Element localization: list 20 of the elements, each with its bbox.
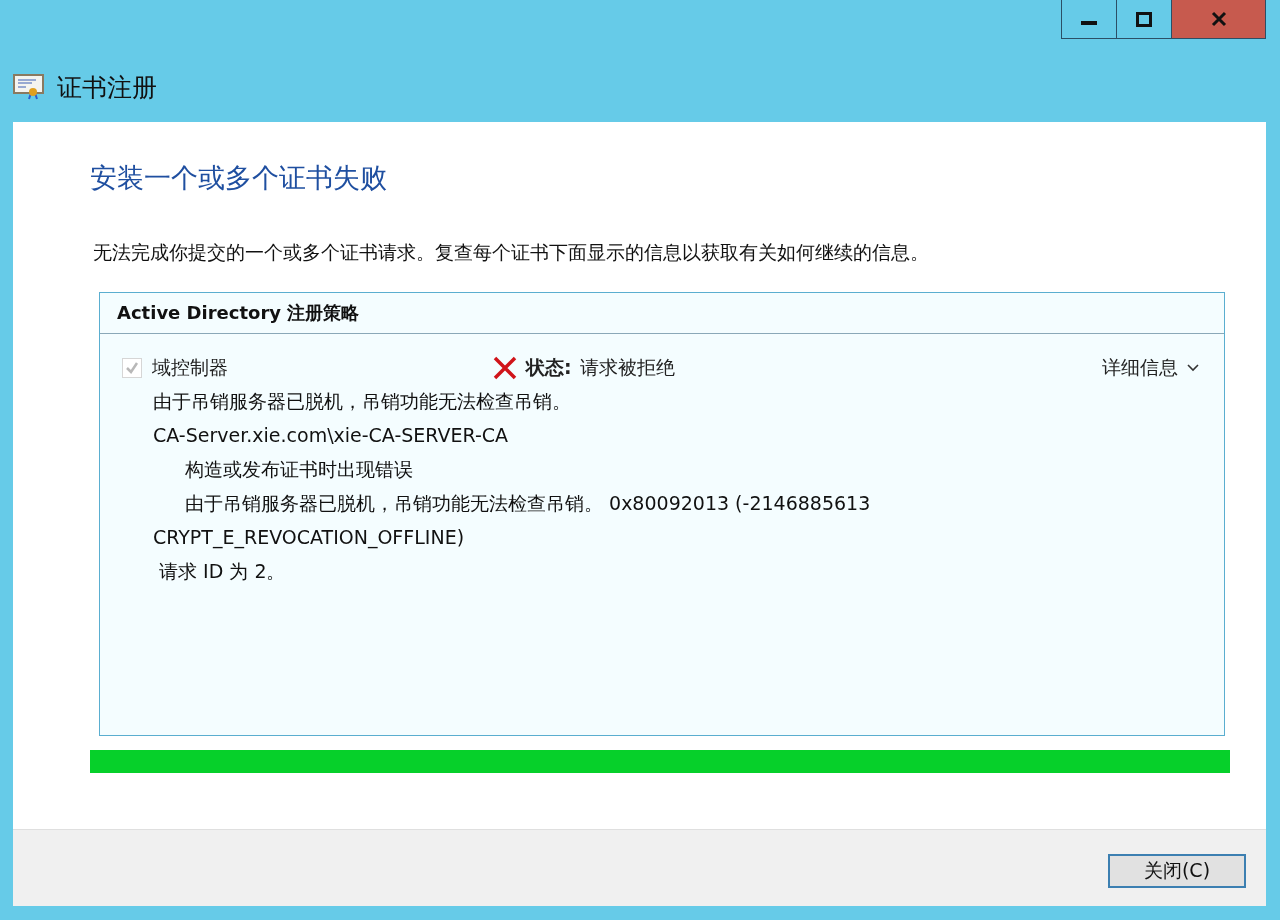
detail-line: 由于吊销服务器已脱机，吊销功能无法检查吊销。 0x80092013 (-2146885613 bbox=[184, 491, 872, 516]
detail-line: 构造或发布证书时出现错误 bbox=[184, 457, 414, 482]
window-title: 证书注册 bbox=[57, 71, 157, 104]
minimize-icon bbox=[1081, 21, 1097, 25]
close-icon bbox=[1209, 11, 1228, 27]
heading: 安装一个或多个证书失败 bbox=[90, 161, 388, 195]
status-value: 请求被拒绝 bbox=[579, 355, 675, 380]
status-label: 状态: bbox=[526, 355, 572, 380]
certificate-name: 域控制器 bbox=[152, 355, 229, 380]
close-dialog-button[interactable]: 关闭(C) bbox=[1108, 854, 1246, 888]
detail-line: CA-Server.xie.com\xie-CA-SERVER-CA bbox=[152, 423, 510, 448]
policy-header: Active Directory 注册策略 bbox=[100, 293, 1224, 334]
detail-line: CRYPT_E_REVOCATION_OFFLINE) bbox=[152, 525, 466, 551]
certificate-icon bbox=[13, 73, 45, 101]
maximize-icon bbox=[1136, 11, 1152, 27]
detail-line: 请求 ID 为 2。 bbox=[158, 559, 287, 584]
error-cross-icon bbox=[492, 356, 518, 380]
description-text: 无法完成你提交的一个或多个证书请求。复查每个证书下面显示的信息以获取有关如何继续的信息。 bbox=[93, 240, 930, 265]
chevron-down-icon bbox=[1186, 363, 1200, 373]
detail-line: 由于吊销服务器已脱机，吊销功能无法检查吊销。 bbox=[152, 389, 572, 414]
